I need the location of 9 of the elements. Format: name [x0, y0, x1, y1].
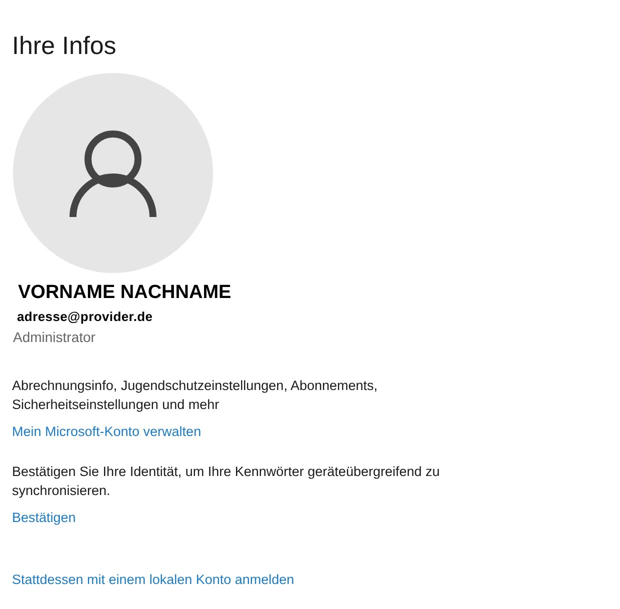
user-role: Administrator [13, 328, 96, 346]
user-name: VORNAME NACHNAME [18, 282, 232, 304]
section-link[interactable]: Mein Microsoft-Konto verwalten [12, 422, 202, 441]
user-email: adresse@provider.de [17, 309, 154, 325]
section-description: Bestätigen Sie Ihre Identität, um Ihre Kennwörter geräteübergreifend zu synchronisieren. [12, 463, 441, 500]
local-account-link[interactable]: Stattdessen mit einem lokalen Konto anmelden [12, 570, 620, 589]
section-description: Abrechnungsinfo, Jugendschutzeinstellungen, Abonnements, Sicherheitseinstellungen und mehr [12, 377, 379, 414]
page-title: Ihre Infos [12, 31, 118, 62]
section-link[interactable]: Bestätigen [12, 508, 76, 527]
